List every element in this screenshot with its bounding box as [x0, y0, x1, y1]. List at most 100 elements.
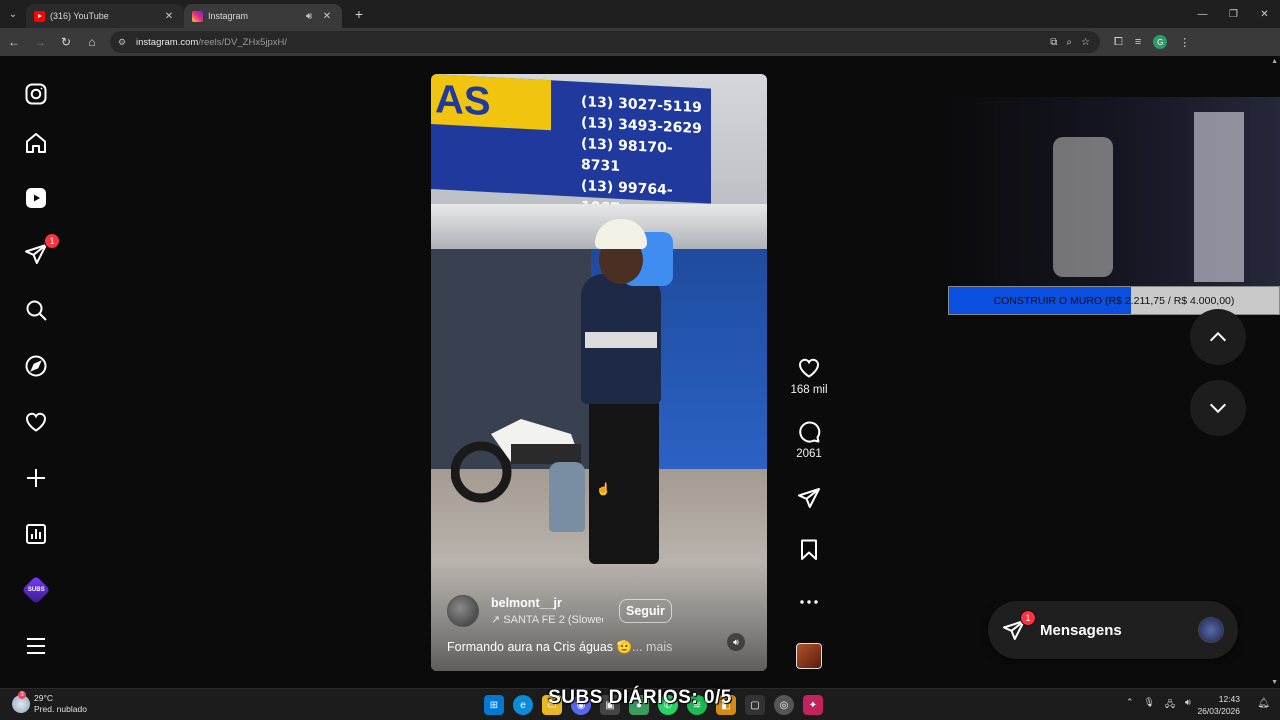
clock-time: 12:43	[1218, 694, 1240, 704]
network-icon[interactable]: 🖧︎	[1165, 697, 1175, 713]
instagram-logo-icon[interactable]	[22, 80, 50, 108]
messages-pill[interactable]: 1 Mensagens	[988, 601, 1238, 659]
share-icon[interactable]	[797, 486, 821, 510]
shirt-stripe	[585, 332, 657, 348]
sidebar: 1 SUBS	[0, 56, 72, 688]
scrollbar-up-icon[interactable]: ▲	[1271, 58, 1278, 65]
messages-pill-badge: 1	[1020, 610, 1036, 626]
caption-more-link[interactable]: ... mais	[632, 640, 672, 654]
reel-video[interactable]: AS (13) 3027-5119 (13) 3493-2629 (13) 98…	[431, 74, 767, 671]
discord-icon[interactable]: ◉	[571, 695, 591, 715]
gas-cylinder	[549, 462, 585, 532]
instagram-icon	[192, 10, 203, 22]
close-tab-icon[interactable]: ✕	[320, 11, 334, 22]
app-icon[interactable]: ✦	[803, 695, 823, 715]
weather-widget[interactable]: 3 29°C Pred. nublado	[12, 691, 87, 715]
comment-action[interactable]: 2061	[784, 420, 834, 460]
notification-bell-icon[interactable]: 🔔︎	[1257, 698, 1270, 709]
volume-tray-icon[interactable]: 🔊︎	[1185, 697, 1191, 713]
edge-icon[interactable]: e	[513, 695, 533, 715]
next-reel-button[interactable]	[1190, 380, 1246, 436]
mouse-cursor-icon: ☝	[596, 482, 611, 496]
address-bar[interactable]: ⚙ instagram.com/reels/DV_ZHx5jpxH/ ⧉ ⌕ ☆	[110, 31, 1100, 53]
spotify-icon[interactable]: ≋	[687, 695, 707, 715]
weather-text: 29°C Pred. nublado	[34, 693, 87, 715]
share-action[interactable]	[784, 486, 834, 510]
tab-youtube[interactable]: (316) YouTube ✕	[26, 4, 184, 28]
menu-icon[interactable]	[22, 632, 50, 660]
install-app-icon[interactable]: ⧉	[1050, 37, 1057, 48]
audio-track[interactable]: ↗ SANTA FE 2 (Slowed	[491, 613, 603, 626]
forward-icon[interactable]: →	[28, 30, 52, 54]
clock-date: 26/03/2026	[1197, 706, 1240, 716]
new-tab-button[interactable]: +	[348, 3, 370, 25]
reels-icon[interactable]	[22, 184, 50, 212]
restore-icon[interactable]: ❐	[1218, 0, 1249, 28]
direct-messages-icon[interactable]: 1	[22, 233, 60, 268]
chevron-down-icon	[1209, 403, 1227, 414]
author-username[interactable]: belmont__jr	[491, 596, 603, 610]
minimize-icon[interactable]: —	[1187, 0, 1218, 28]
app-icon[interactable]: ●	[629, 695, 649, 715]
reload-icon[interactable]: ↻	[54, 30, 78, 54]
tab-title: (316) YouTube	[50, 11, 109, 21]
home-browser-icon[interactable]: ⌂	[80, 30, 104, 54]
media-controls-icon[interactable]: ≡	[1135, 36, 1141, 48]
browser-toolbar: ← → ↻ ⌂ ⚙ instagram.com/reels/DV_ZHx5jpx…	[0, 28, 1280, 56]
more-options-action[interactable]	[784, 590, 834, 614]
more-dots-icon[interactable]	[797, 590, 821, 614]
like-heart-icon[interactable]	[797, 356, 821, 380]
youtube-icon	[34, 10, 45, 22]
messages-label: Mensagens	[1040, 621, 1122, 639]
tray-chevron-icon[interactable]: ⌃	[1126, 697, 1134, 713]
messages-avatar	[1198, 617, 1224, 643]
app-icon[interactable]: ◧	[716, 695, 736, 715]
zoom-icon[interactable]: ⌕	[1066, 37, 1072, 48]
system-clock[interactable]: 12:43 26/03/2026	[1197, 693, 1240, 717]
follow-button[interactable]: Seguir	[619, 599, 672, 623]
author-avatar[interactable]	[447, 595, 479, 627]
home-icon[interactable]	[22, 129, 50, 157]
instagram-page: 1 SUBS AS (13) 3027-5119 (13) 3493-2629 …	[0, 56, 1280, 688]
back-icon[interactable]: ←	[2, 30, 26, 54]
subs-extension-icon[interactable]: SUBS	[21, 575, 51, 605]
comment-icon[interactable]	[797, 420, 821, 444]
volume-icon[interactable]: 🔊︎	[727, 633, 745, 651]
browser-menu-icon[interactable]: ⋮	[1179, 36, 1190, 49]
tab-search-chevron-icon[interactable]: ⌄	[0, 0, 26, 28]
app-icon[interactable]: ▣	[600, 695, 620, 715]
plus-icon[interactable]	[22, 464, 50, 492]
weather-desc: Pred. nublado	[34, 704, 87, 714]
previous-reel-button[interactable]	[1190, 309, 1246, 365]
close-window-icon[interactable]: ✕	[1249, 0, 1280, 28]
profile-avatar[interactable]: G	[1153, 35, 1168, 49]
like-count: 168 mil	[790, 384, 828, 396]
tab-instagram[interactable]: Instagram 🔊︎ ✕	[184, 4, 342, 28]
whatsapp-icon[interactable]: ✆	[658, 695, 678, 715]
reel-caption: Formando aura na Cris águas 🫡... mais	[447, 640, 672, 655]
extensions-icon[interactable]: ⧠	[1114, 36, 1123, 49]
like-action[interactable]: 168 mil	[784, 356, 834, 396]
windows-start-icon[interactable]: ⊞	[484, 695, 504, 715]
chevron-up-icon	[1209, 331, 1227, 342]
search-icon[interactable]	[22, 296, 50, 324]
save-action[interactable]	[784, 538, 834, 562]
subs-extension-label: SUBS	[27, 586, 45, 593]
bookmark-star-icon[interactable]: ☆	[1081, 37, 1090, 48]
bookmark-icon[interactable]	[797, 538, 821, 562]
file-explorer-icon[interactable]: ▭	[542, 695, 562, 715]
scrollbar-down-icon[interactable]: ▼	[1271, 679, 1278, 686]
cloud-icon: 3	[12, 691, 30, 713]
microphone-icon[interactable]: 🎙︎	[1144, 697, 1155, 713]
audio-thumbnail[interactable]	[796, 643, 822, 669]
close-tab-icon[interactable]: ✕	[162, 11, 176, 22]
compass-icon[interactable]	[22, 352, 50, 380]
author-meta: belmont__jr ↗ SANTA FE 2 (Slowed	[491, 596, 603, 626]
audio-playing-icon[interactable]: 🔊︎	[302, 11, 316, 22]
app-icon[interactable]: ▢	[745, 695, 765, 715]
reel-author-row: belmont__jr ↗ SANTA FE 2 (Slowed Seguir	[447, 595, 672, 627]
obs-icon[interactable]: ◎	[774, 695, 794, 715]
site-info-icon[interactable]: ⚙	[118, 37, 130, 48]
heart-icon[interactable]	[22, 408, 50, 436]
chart-icon[interactable]	[22, 520, 50, 548]
